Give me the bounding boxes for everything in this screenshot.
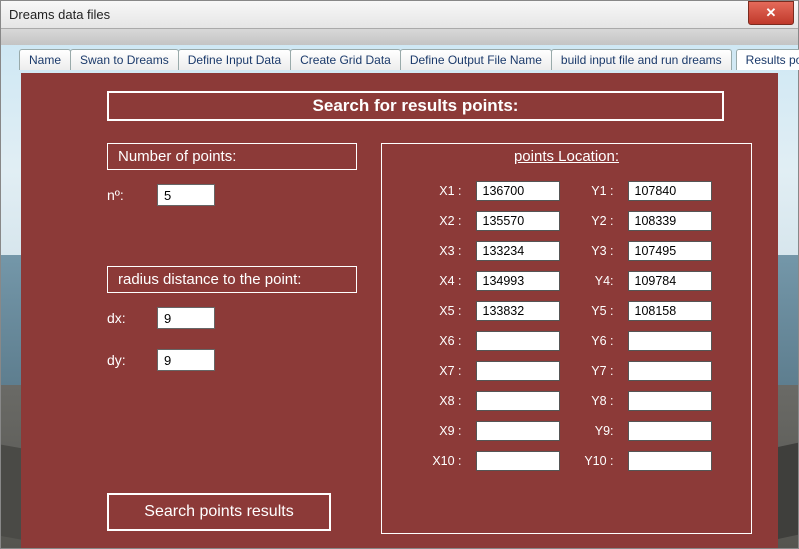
tab-build-and-run[interactable]: build input file and run dreams — [551, 49, 732, 70]
left-column: Number of points: nº: radius distance to… — [107, 143, 357, 391]
y-label-6: Y6 : — [572, 334, 618, 348]
y-label-8: Y8 : — [572, 394, 618, 408]
x-label-1: X1 : — [420, 184, 466, 198]
tab-name[interactable]: Name — [19, 49, 71, 70]
y-label-2: Y2 : — [572, 214, 618, 228]
x-label-10: X10 : — [420, 454, 466, 468]
y-input-6[interactable] — [628, 331, 712, 351]
x-input-3[interactable] — [476, 241, 560, 261]
tab-define-input-data[interactable]: Define Input Data — [178, 49, 291, 70]
section-title-text: Search for results points: — [313, 96, 519, 116]
radius-title: radius distance to the point: — [118, 271, 346, 288]
tab-strip: Name Swan to Dreams Define Input Data Cr… — [19, 49, 799, 70]
y-label-5: Y5 : — [572, 304, 618, 318]
dx-row: dx: — [107, 307, 357, 329]
client-area: Name Swan to Dreams Define Input Data Cr… — [1, 45, 798, 548]
x-input-1[interactable] — [476, 181, 560, 201]
n-label: nº: — [107, 187, 143, 203]
x-label-3: X3 : — [420, 244, 466, 258]
y-label-3: Y3 : — [572, 244, 618, 258]
y-input-8[interactable] — [628, 391, 712, 411]
tab-swan-to-dreams[interactable]: Swan to Dreams — [70, 49, 179, 70]
x-label-2: X2 : — [420, 214, 466, 228]
search-points-button[interactable]: Search points results — [107, 493, 331, 531]
points-location-group: points Location: X1 : Y1 : X2 : Y2 : X3 : Y3 … — [381, 143, 752, 534]
x-label-8: X8 : — [420, 394, 466, 408]
close-button[interactable]: ✕ — [748, 1, 794, 25]
y-input-5[interactable] — [628, 301, 712, 321]
close-icon: ✕ — [766, 5, 777, 21]
y-input-10[interactable] — [628, 451, 712, 471]
dy-input[interactable] — [157, 349, 215, 371]
y-input-9[interactable] — [628, 421, 712, 441]
window-title: Dreams data files — [9, 7, 110, 22]
x-input-5[interactable] — [476, 301, 560, 321]
y-input-1[interactable] — [628, 181, 712, 201]
titlebar-shadow — [1, 29, 798, 45]
x-label-9: X9 : — [420, 424, 466, 438]
points-grid: X1 : Y1 : X2 : Y2 : X3 : Y3 : X4 : Y4: X5 : Y5 : X… — [382, 167, 751, 481]
y-label-1: Y1 : — [572, 184, 618, 198]
y-input-3[interactable] — [628, 241, 712, 261]
app-window: Dreams data files ✕ Name Swan to Dreams … — [0, 0, 799, 549]
x-input-8[interactable] — [476, 391, 560, 411]
dy-row: dy: — [107, 349, 357, 371]
x-input-2[interactable] — [476, 211, 560, 231]
number-of-points-title: Number of points: — [118, 148, 346, 165]
dx-label: dx: — [107, 310, 143, 326]
y-label-10: Y10 : — [572, 454, 618, 468]
titlebar: Dreams data files ✕ — [1, 1, 798, 29]
y-label-7: Y7 : — [572, 364, 618, 378]
points-location-title: points Location: — [382, 144, 751, 167]
y-input-4[interactable] — [628, 271, 712, 291]
y-input-2[interactable] — [628, 211, 712, 231]
y-label-4: Y4: — [572, 274, 618, 288]
x-input-6[interactable] — [476, 331, 560, 351]
section-title: Search for results points: — [107, 91, 724, 121]
x-input-9[interactable] — [476, 421, 560, 441]
content-panel: Search for results points: Number of poi… — [21, 73, 778, 548]
x-input-7[interactable] — [476, 361, 560, 381]
x-label-4: X4 : — [420, 274, 466, 288]
tab-create-grid-data[interactable]: Create Grid Data — [290, 49, 401, 70]
y-input-7[interactable] — [628, 361, 712, 381]
dy-label: dy: — [107, 352, 143, 368]
n-points-row: nº: — [107, 184, 357, 206]
x-input-10[interactable] — [476, 451, 560, 471]
n-input[interactable] — [157, 184, 215, 206]
x-input-4[interactable] — [476, 271, 560, 291]
x-label-5: X5 : — [420, 304, 466, 318]
y-label-9: Y9: — [572, 424, 618, 438]
number-of-points-group: Number of points: — [107, 143, 357, 170]
x-label-7: X7 : — [420, 364, 466, 378]
tab-define-output-file-name[interactable]: Define Output File Name — [400, 49, 552, 70]
dx-input[interactable] — [157, 307, 215, 329]
radius-group: radius distance to the point: — [107, 266, 357, 293]
x-label-6: X6 : — [420, 334, 466, 348]
tab-results-points[interactable]: Results points — [736, 49, 799, 70]
